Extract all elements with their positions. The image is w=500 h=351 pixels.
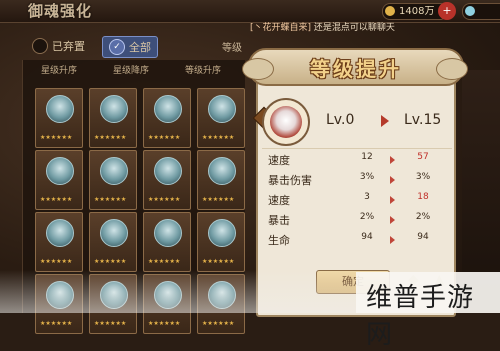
stat-name: 暴击 (268, 214, 290, 227)
soul-icon (100, 157, 128, 185)
stat-name: 暴击伤害 (268, 174, 312, 187)
soul-icon (46, 219, 74, 247)
divider (262, 148, 452, 149)
owned-filter-label: 已弃置 (52, 40, 85, 53)
soul-card[interactable]: ★★★★★★ (89, 212, 137, 272)
star-rating: ★★★★★★ (94, 134, 127, 141)
level-from: Lv.0 (326, 112, 355, 128)
dialog-banner: 等级提升 (248, 48, 464, 86)
currency-value: 1408万 (399, 6, 435, 17)
all-filter-label: 全部 (129, 41, 151, 54)
soul-icon (46, 157, 74, 185)
soul-card[interactable]: ★★★★★★ (143, 88, 191, 148)
stat-old-value: 3% (359, 172, 375, 182)
star-rating: ★★★★★★ (148, 134, 181, 141)
star-rating: ★★★★★★ (148, 196, 181, 203)
sort-tab-star-asc[interactable]: 星级升序 (23, 60, 95, 82)
soul-icon (154, 157, 182, 185)
arrow-right-icon (390, 176, 395, 184)
stat-new-value: 57 (417, 152, 429, 162)
soul-icon (208, 95, 236, 123)
soul-card[interactable]: ★★★★★★ (89, 150, 137, 210)
level-to: Lv.15 (404, 112, 442, 128)
soul-card[interactable]: ★★★★★★ (197, 88, 245, 148)
shikigami-avatar (270, 106, 302, 138)
soul-card[interactable]: ★★★★★★ (35, 88, 83, 148)
sort-tab-star-desc[interactable]: 星级降序 (95, 60, 167, 82)
stat-name: 速度 (268, 154, 290, 167)
soul-card[interactable]: ★★★★★★ (35, 150, 83, 210)
stat-old-value: 2% (359, 212, 375, 222)
soul-card[interactable]: ★★★★★★ (143, 150, 191, 210)
star-rating: ★★★★★★ (40, 320, 73, 327)
avatar-frame (262, 98, 310, 146)
bottom-fade (0, 270, 360, 313)
soul-card[interactable]: ★★★★★★ (197, 150, 245, 210)
sort-tab-level-asc[interactable]: 等级升序 (167, 60, 239, 82)
soul-icon (100, 95, 128, 123)
soul-icon (208, 219, 236, 247)
soul-icon (46, 95, 74, 123)
star-rating: ★★★★★★ (202, 258, 235, 265)
cloud-decoration-left (242, 58, 274, 80)
soul-icon (154, 95, 182, 123)
stat-row: 速度 3 18 (268, 192, 448, 210)
star-rating: ★★★★★★ (202, 134, 235, 141)
star-rating: ★★★★★★ (40, 134, 73, 141)
chat-text: 还是混点可以聊聊天 (313, 23, 395, 33)
arrow-right-icon (390, 236, 395, 244)
add-currency-button[interactable]: + (438, 2, 456, 20)
stat-row: 生命 94 94 (268, 232, 448, 250)
star-rating: ★★★★★★ (40, 196, 73, 203)
arrow-right-icon (390, 196, 395, 204)
all-filter-toggle[interactable]: ✓ 全部 (102, 36, 158, 58)
stat-row: 暴击 2% 2% (268, 212, 448, 230)
grade-label[interactable]: 等级 (222, 39, 242, 54)
stat-row: 速度 12 57 (268, 152, 448, 170)
coin-icon (385, 6, 395, 16)
arrow-right-icon (381, 115, 389, 127)
filter-row: 已弃置 ✓ 全部 等级 (22, 34, 262, 58)
cloud-decoration-right (436, 58, 468, 80)
soul-card[interactable]: ★★★★★★ (197, 212, 245, 272)
stat-old-value: 3 (364, 192, 370, 202)
star-rating: ★★★★★★ (148, 320, 181, 327)
stat-row: 暴击伤害 3% 3% (268, 172, 448, 190)
arrow-right-icon (390, 156, 395, 164)
star-rating: ★★★★★★ (202, 320, 235, 327)
stat-new-value: 18 (417, 192, 429, 202)
jade-icon (465, 6, 475, 16)
watermark-text: 维普手游网 (366, 283, 475, 350)
watermark: 维普手游网 (356, 272, 500, 350)
dialog-title: 等级提升 (310, 57, 402, 81)
stat-new-value: 3% (415, 172, 431, 182)
stat-old-value: 12 (361, 152, 373, 162)
stat-name: 速度 (268, 194, 290, 207)
chat-sender: [丶花开蝶自来] (250, 23, 312, 33)
soul-card[interactable]: ★★★★★★ (35, 212, 83, 272)
star-rating: ★★★★★★ (202, 196, 235, 203)
radio-icon (32, 38, 48, 54)
star-rating: ★★★★★★ (94, 196, 127, 203)
soul-card[interactable]: ★★★★★★ (89, 88, 137, 148)
owned-filter-toggle[interactable]: 已弃置 (32, 36, 85, 56)
chat-message[interactable]: [丶花开蝶自来] 还是混点可以聊聊天 (250, 20, 395, 33)
star-rating: ★★★★★★ (94, 258, 127, 265)
star-rating: ★★★★★★ (148, 258, 181, 265)
stat-new-value: 2% (415, 212, 431, 222)
arrow-right-icon (390, 216, 395, 224)
soul-icon (154, 219, 182, 247)
sort-tabs: 星级升序 星级降序 等级升序 (23, 60, 245, 82)
check-icon: ✓ (109, 39, 125, 55)
soul-card[interactable]: ★★★★★★ (143, 212, 191, 272)
soul-icon (100, 219, 128, 247)
page-title: 御魂强化 (28, 2, 93, 20)
stat-old-value: 94 (361, 232, 373, 242)
star-rating: ★★★★★★ (40, 258, 73, 265)
stat-new-value: 94 (417, 232, 429, 242)
star-rating: ★★★★★★ (94, 320, 127, 327)
jade-counter (462, 3, 500, 20)
stat-name: 生命 (268, 234, 290, 247)
soul-icon (208, 157, 236, 185)
